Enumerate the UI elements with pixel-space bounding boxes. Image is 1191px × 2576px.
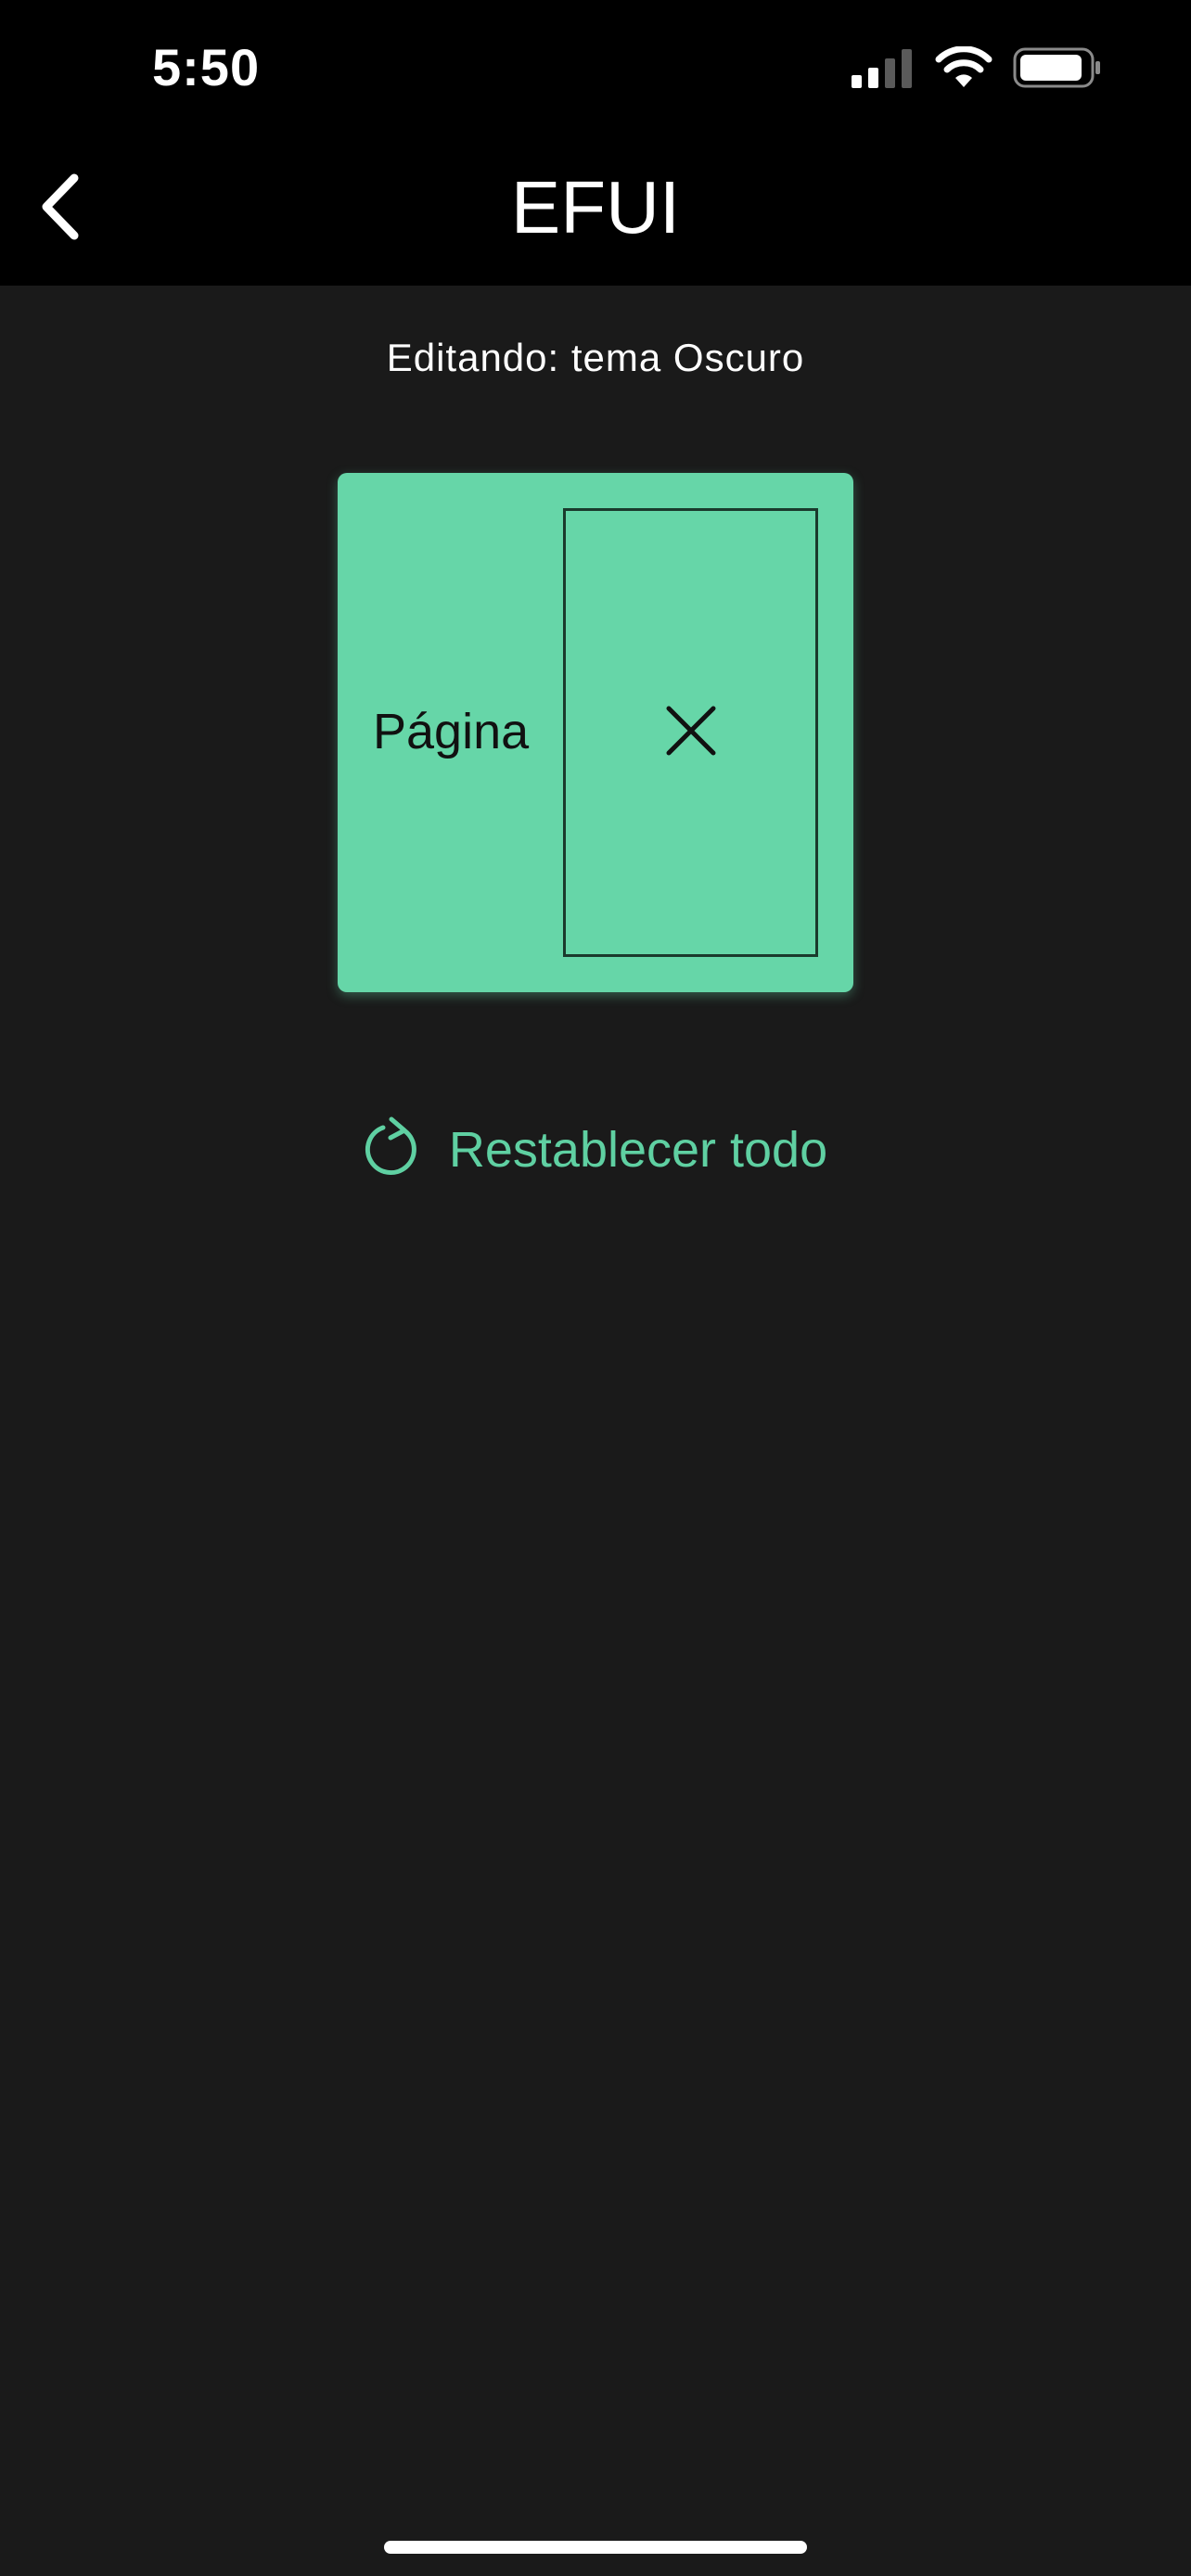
app-screen: 5:50 EFUI Editando: tema Oscuro Página R…	[0, 0, 1191, 2576]
status-time: 5:50	[152, 38, 261, 96]
reset-all-label: Restablecer todo	[448, 1122, 828, 1178]
theme-preview-card[interactable]: Página	[338, 473, 853, 992]
page-title: EFUI	[510, 166, 681, 249]
page-label: Página	[373, 704, 530, 759]
top-bar: 5:50 EFUI	[0, 0, 1191, 286]
cellular-signal-icon	[850, 47, 915, 93]
close-icon[interactable]	[665, 705, 717, 761]
reset-all-button[interactable]: Restablecer todo	[0, 1113, 1191, 1187]
battery-icon	[1013, 46, 1102, 94]
status-icons	[850, 45, 1102, 94]
editing-theme-label: Editando: tema Oscuro	[386, 336, 805, 379]
home-indicator	[384, 2541, 807, 2554]
preview-panel[interactable]	[563, 508, 818, 957]
wifi-icon	[935, 45, 992, 94]
refresh-icon	[364, 1116, 421, 1184]
